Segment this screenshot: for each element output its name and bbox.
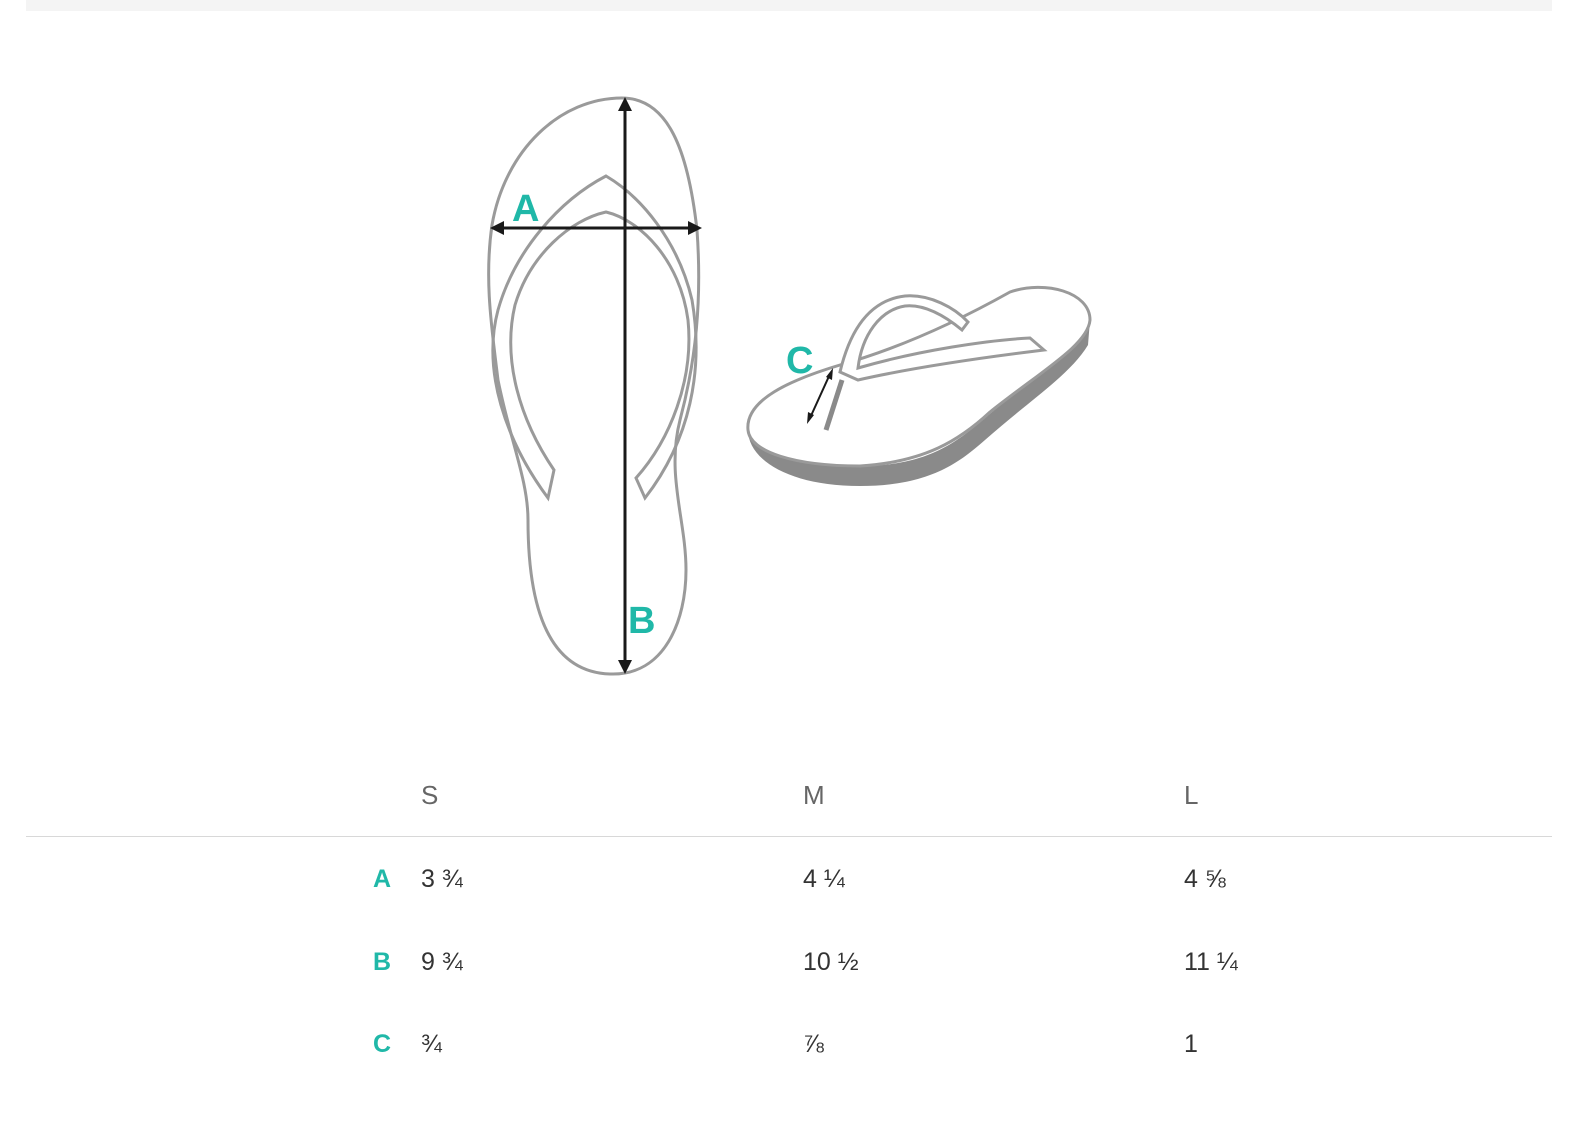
row-label: A — [373, 865, 392, 893]
cell-s: 3 ¾ — [421, 865, 463, 893]
cell-l: 11 ¼ — [1184, 948, 1238, 976]
label-c: C — [786, 340, 814, 382]
row-label: B — [373, 948, 392, 976]
row-label: C — [373, 1030, 392, 1058]
cell-m: 10 ½ — [803, 948, 859, 976]
size-diagram: A B C — [0, 0, 1588, 740]
column-header-s: S — [421, 780, 439, 810]
column-header-l: L — [1184, 780, 1199, 810]
column-header-m: M — [803, 780, 825, 810]
cell-l: 4 ⅝ — [1184, 865, 1226, 893]
cell-s: 9 ¾ — [421, 948, 463, 976]
label-a: A — [512, 188, 540, 230]
cell-m: ⅞ — [803, 1030, 824, 1058]
label-b: B — [628, 600, 656, 642]
cell-l: 1 — [1184, 1030, 1198, 1058]
header-divider — [26, 836, 1552, 837]
cell-m: 4 ¼ — [803, 865, 845, 893]
cell-s: ¾ — [421, 1030, 442, 1058]
